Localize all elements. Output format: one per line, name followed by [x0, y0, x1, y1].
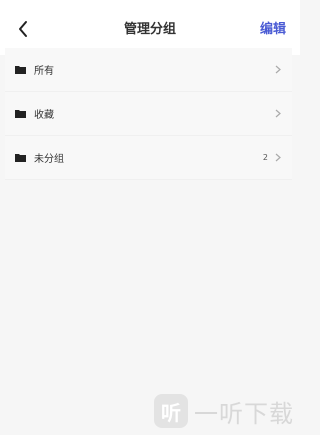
- watermark: 听 一听下载: [154, 393, 294, 429]
- back-button[interactable]: [10, 16, 36, 42]
- folder-icon: [15, 64, 27, 76]
- edit-button[interactable]: 编辑: [260, 0, 286, 55]
- group-label: 未分组: [34, 154, 64, 165]
- group-label: 收藏: [34, 110, 54, 121]
- watermark-logo: 听: [154, 394, 188, 428]
- navigation-bar: 管理分组 编辑: [0, 0, 300, 55]
- group-item-ungrouped[interactable]: 未分组 2: [5, 136, 292, 180]
- group-item-all[interactable]: 所有: [5, 48, 292, 92]
- page-title: 管理分组: [123, 22, 176, 37]
- group-label: 所有: [34, 66, 54, 77]
- group-count: 2: [262, 153, 268, 162]
- watermark-text: 一听下载: [194, 399, 294, 428]
- group-item-favorites[interactable]: 收藏: [5, 92, 292, 136]
- folder-icon: [15, 152, 27, 164]
- chevron-right-icon: [274, 65, 282, 75]
- chevron-left-icon: [19, 21, 27, 37]
- chevron-right-icon: [274, 153, 282, 163]
- chevron-right-icon: [274, 109, 282, 119]
- folder-icon: [15, 108, 27, 120]
- group-list: 所有 收藏 未分组 2: [5, 48, 292, 180]
